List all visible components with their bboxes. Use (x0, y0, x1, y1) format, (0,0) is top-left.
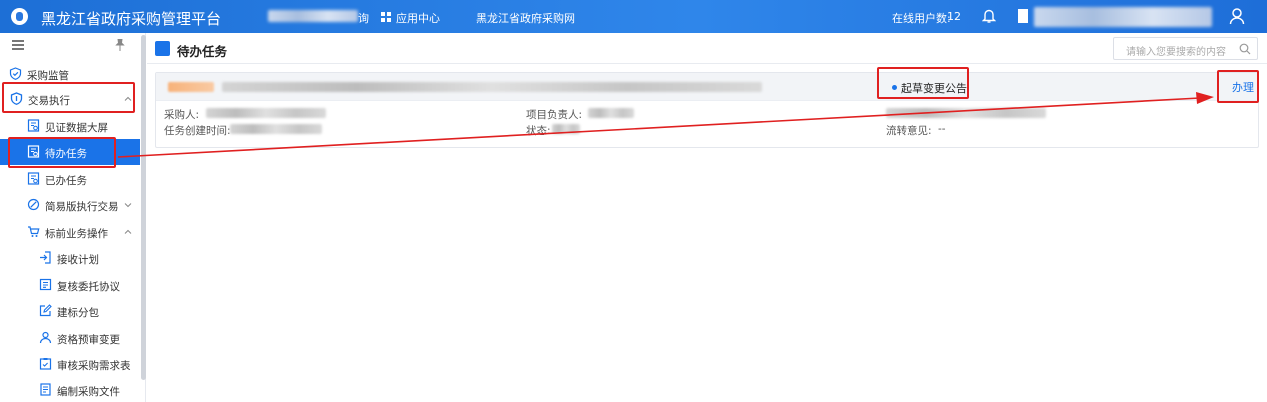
annotation-arrow (117, 92, 1214, 158)
